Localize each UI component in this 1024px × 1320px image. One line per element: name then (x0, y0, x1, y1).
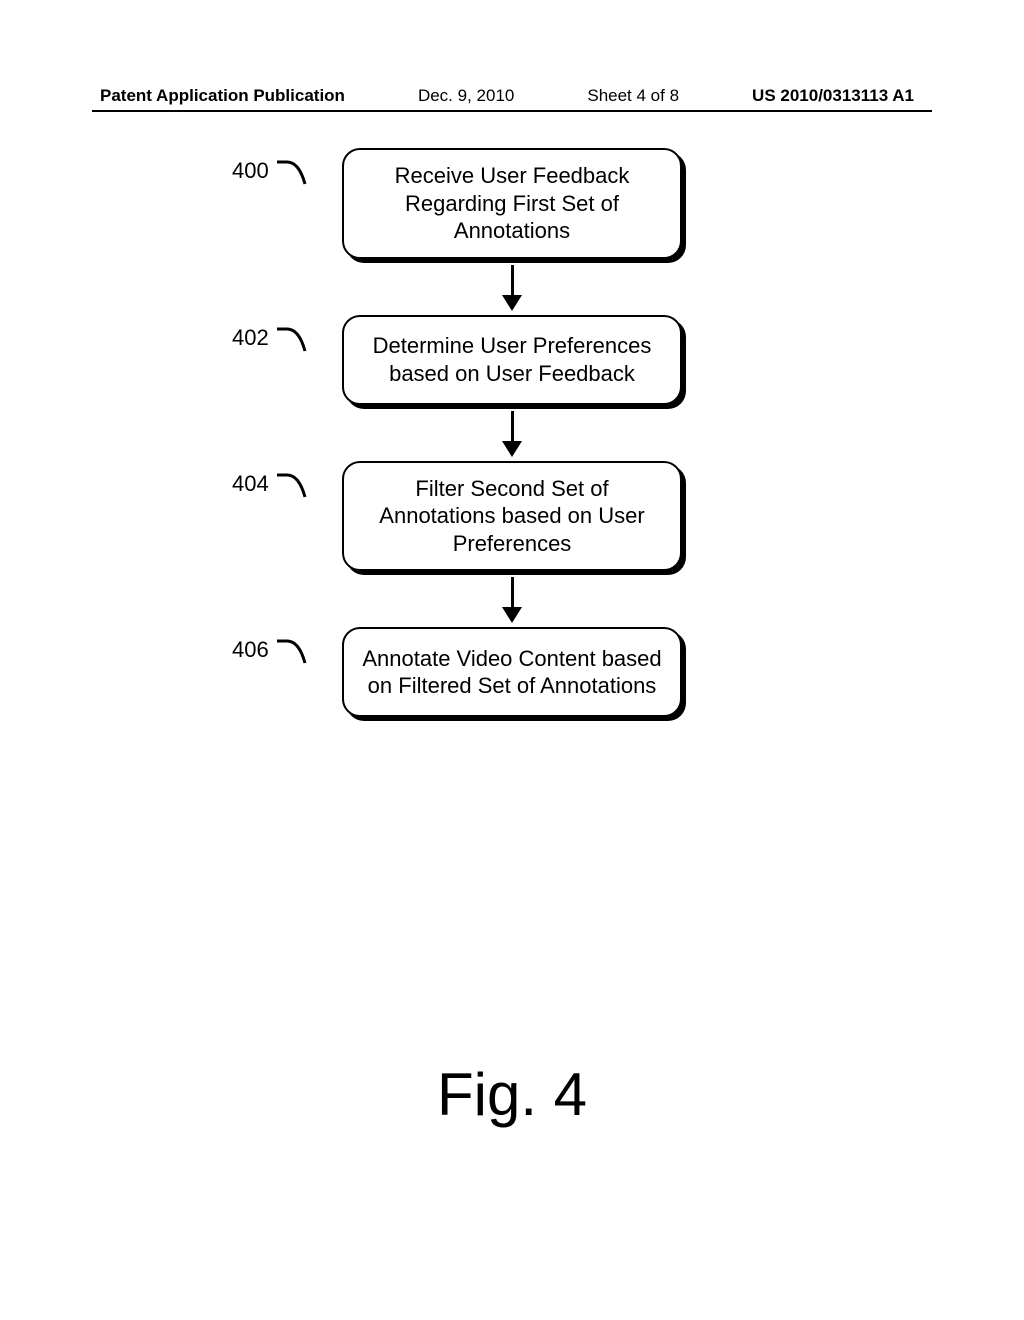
figure-caption: Fig. 4 (0, 1060, 1024, 1129)
publication-date: Dec. 9, 2010 (418, 86, 514, 106)
flow-step: 400 Receive User Feedback Regarding Firs… (342, 148, 682, 259)
sheet-label: Sheet 4 of 8 (587, 86, 679, 106)
flow-step: 406 Annotate Video Content based on Filt… (342, 627, 682, 717)
page-header: Patent Application Publication Dec. 9, 2… (0, 86, 1024, 106)
process-box: Determine User Preferences based on User… (342, 315, 682, 405)
flow-step: 404 Filter Second Set of Annotations bas… (342, 461, 682, 572)
reference-label: 400 (232, 156, 315, 188)
leader-line-icon (275, 156, 315, 188)
document-number: US 2010/0313113 A1 (752, 86, 914, 106)
arrow-down-icon (502, 577, 522, 623)
reference-label: 404 (232, 469, 315, 501)
reference-number: 402 (232, 323, 275, 351)
reference-number: 400 (232, 156, 275, 184)
process-box: Filter Second Set of Annotations based o… (342, 461, 682, 572)
header-rule (92, 110, 932, 112)
process-box: Annotate Video Content based on Filtered… (342, 627, 682, 717)
flowchart: 400 Receive User Feedback Regarding Firs… (0, 148, 1024, 717)
publication-label: Patent Application Publication (100, 86, 345, 106)
reference-number: 406 (232, 635, 275, 663)
flow-step: 402 Determine User Preferences based on … (342, 315, 682, 405)
leader-line-icon (275, 469, 315, 501)
arrow-down-icon (502, 265, 522, 311)
reference-number: 404 (232, 469, 275, 497)
leader-line-icon (275, 323, 315, 355)
arrow-down-icon (502, 411, 522, 457)
reference-label: 406 (232, 635, 315, 667)
reference-label: 402 (232, 323, 315, 355)
leader-line-icon (275, 635, 315, 667)
process-box: Receive User Feedback Regarding First Se… (342, 148, 682, 259)
